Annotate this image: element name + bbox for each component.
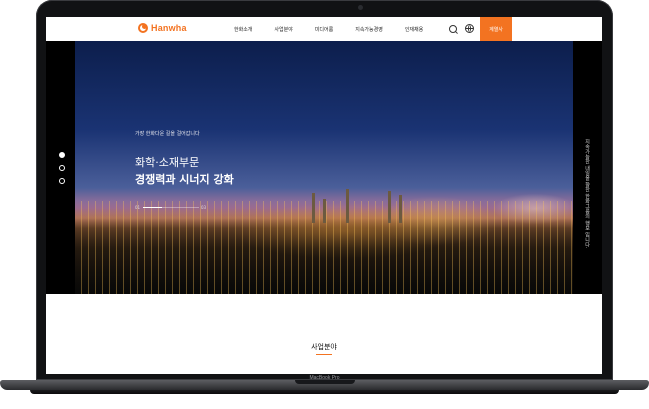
laptop-notch (295, 380, 355, 384)
chimney (399, 195, 402, 223)
globe-icon[interactable] (465, 24, 474, 33)
hero-subtitle: 가장 한화다운 길을 걸어갑니다 (135, 131, 200, 137)
hero-title-line2: 경쟁력과 시너지 강화 (135, 173, 234, 186)
affiliates-button[interactable]: 계열사 (480, 17, 512, 41)
hanwha-logo[interactable]: Hanwha (138, 23, 187, 33)
nav-item-business[interactable]: 사업분야 (274, 26, 292, 33)
camera-icon (358, 5, 363, 10)
top-navigation: Hanwha 한화소개 사업분야 미디어룸 지속가능경영 인재채용 계열사 (46, 17, 602, 42)
nav-item-sustainability[interactable]: 지속가능경영 (355, 26, 383, 33)
chimney (346, 189, 349, 223)
section-title: 사업분야 (311, 343, 337, 351)
hanwha-logo-icon (138, 23, 148, 33)
slide-dot-2[interactable] (59, 165, 65, 171)
search-icon[interactable] (449, 25, 457, 33)
slide-dot-1[interactable] (59, 152, 65, 158)
nav-item-about[interactable]: 한화소개 (234, 26, 252, 33)
chimney (312, 193, 315, 223)
nav-item-careers[interactable]: 인재채용 (405, 26, 423, 33)
chimney (323, 199, 326, 223)
laptop-foot (30, 390, 619, 394)
slide-dot-3[interactable] (59, 178, 65, 184)
hero-side-text: 지속가능한 내일을 향한 한화그룹의 행보 입니다. (584, 139, 590, 249)
main-nav: 한화소개 사업분야 미디어룸 지속가능경영 인재채용 (234, 17, 445, 41)
chimney (388, 191, 391, 223)
section-title-underline (316, 354, 332, 355)
hero-banner: 가장 한화다운 길을 걸어갑니다 화학·소재부문 경쟁력과 시너지 강화 01 … (46, 41, 602, 294)
hero-title-line1: 화학·소재부문 (135, 156, 200, 169)
nav-item-media[interactable]: 미디어룸 (315, 26, 333, 33)
business-section: 사업분야 (46, 294, 602, 374)
pager-start: 01 (135, 205, 141, 210)
browser-screen: Hanwha 한화소개 사업분야 미디어룸 지속가능경영 인재채용 계열사 가장… (46, 17, 602, 374)
pager-end: 03 (201, 205, 207, 210)
pager-progress (143, 207, 162, 208)
logo-text: Hanwha (151, 23, 187, 33)
